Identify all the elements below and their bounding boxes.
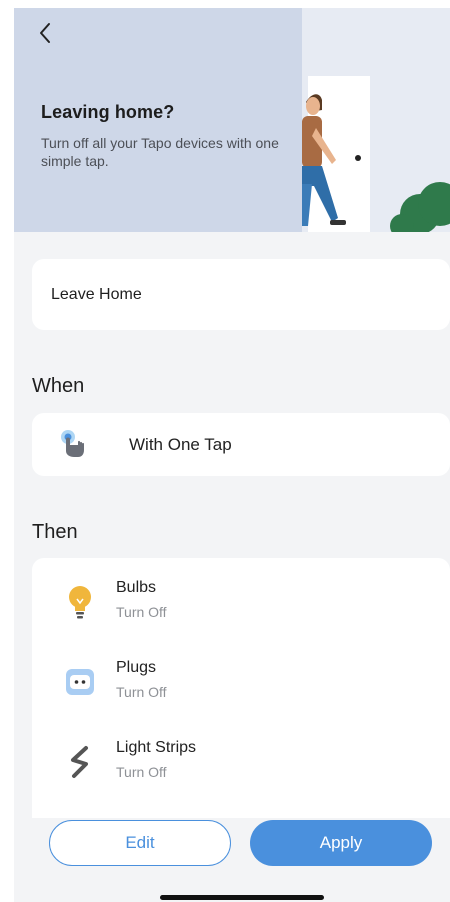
tap-hand-icon [61,430,84,457]
action-item-light-strips[interactable]: Light Strips Turn Off [32,730,450,794]
action-bulbs-state: Turn Off [116,604,167,620]
plug-icon [64,666,96,698]
apply-button[interactable]: Apply [250,820,432,866]
action-item-bulbs[interactable]: Bulbs Turn Off [32,570,450,634]
action-bulbs-label: Bulbs [116,579,157,596]
leaving-person-illustration [302,76,450,232]
action-light-strips-label: Light Strips [116,739,197,756]
action-item-plugs[interactable]: Plugs Turn Off [32,650,450,714]
action-plugs-state: Turn Off [116,684,167,700]
chevron-left-icon [40,23,50,43]
back-button[interactable] [30,16,60,50]
action-plugs-label: Plugs [116,659,157,676]
hero-subtitle: Turn off all your Tapo devices with one … [41,135,279,169]
when-heading: When [32,375,85,397]
trigger-label: With One Tap [129,435,232,454]
then-heading: Then [32,521,78,543]
home-indicator[interactable] [160,895,324,900]
actions-card: Bulbs Turn Off Plugs Turn Off Light Stri… [32,558,450,818]
edit-button[interactable]: Edit [49,820,231,866]
scene-name: Leave Home [51,286,142,303]
light-strip-icon [64,746,96,778]
hero-title: Leaving home? [41,102,175,122]
bulb-icon [64,586,96,619]
hero-banner: Leaving home? Turn off all your Tapo dev… [14,8,450,232]
trigger-one-tap[interactable]: With One Tap [32,413,450,476]
scene-name-card[interactable]: Leave Home [32,259,450,330]
screen: Leaving home? Turn off all your Tapo dev… [14,8,450,902]
action-light-strips-state: Turn Off [116,764,167,780]
